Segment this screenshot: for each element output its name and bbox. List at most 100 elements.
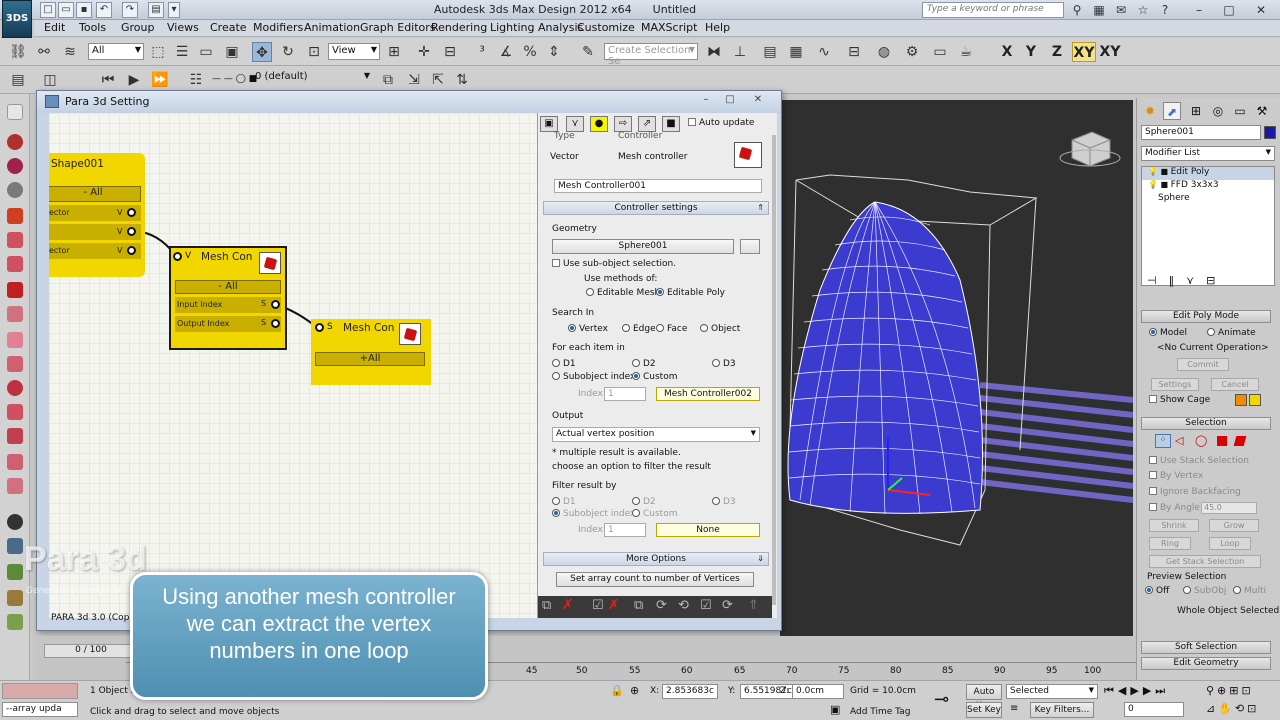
menu-animation[interactable]: Animation bbox=[304, 21, 360, 34]
check-icon[interactable]: ☑ bbox=[592, 598, 604, 613]
key-tangent-icon[interactable]: ≡ bbox=[1010, 703, 1018, 714]
select-and-scale-icon[interactable]: ⊡ bbox=[304, 42, 324, 62]
add-time-tag-button[interactable]: Add Time Tag bbox=[850, 707, 910, 717]
select-and-manipulate-icon[interactable]: ✛ bbox=[414, 42, 434, 62]
search-object-radio[interactable]: Object bbox=[700, 324, 740, 334]
close-icon[interactable]: ✕ bbox=[1252, 2, 1270, 18]
menu-rendering[interactable]: Rendering bbox=[431, 21, 487, 34]
lock-selection-icon[interactable]: 🔒 bbox=[610, 684, 624, 697]
modifier-list-select[interactable]: Modifier List ▼ bbox=[1141, 146, 1275, 161]
shape-node-all-toggle[interactable]: - All bbox=[49, 186, 141, 202]
scene-explorer-icon[interactable]: ◫ bbox=[40, 70, 60, 90]
axis-y-button[interactable]: Y bbox=[1020, 42, 1042, 62]
check-all-icon[interactable]: ☑ bbox=[700, 598, 712, 613]
highlight-icon[interactable]: ● bbox=[590, 116, 608, 132]
perspective-viewport[interactable] bbox=[780, 100, 1133, 640]
minimize-icon[interactable]: – bbox=[1190, 2, 1208, 18]
time-slider[interactable]: 0 / 100 bbox=[44, 644, 138, 658]
filter-target-field[interactable]: None bbox=[656, 523, 760, 537]
mesh2-input-port[interactable] bbox=[315, 323, 324, 332]
add-to-layer-icon[interactable]: ⇲ bbox=[404, 70, 424, 90]
editable-mesh-radio[interactable]: Editable Mesh bbox=[586, 288, 660, 298]
edit-poly-mode-rollout[interactable]: Edit Poly Mode bbox=[1141, 310, 1271, 323]
save-file-icon[interactable]: ▪ bbox=[76, 2, 92, 18]
slice-tool-icon[interactable] bbox=[7, 454, 23, 470]
utilities-tab-icon[interactable]: ⚒ bbox=[1253, 102, 1271, 120]
display-tab-icon[interactable]: ▭ bbox=[1231, 102, 1249, 120]
key-mode-select[interactable]: Selected ▼ bbox=[1006, 684, 1098, 699]
select-layer-objects-icon[interactable]: ⇱ bbox=[428, 70, 448, 90]
get-stack-selection-button[interactable]: Get Stack Selection bbox=[1149, 555, 1261, 568]
dialog-minimize-icon[interactable]: – bbox=[697, 93, 715, 107]
select-object-icon[interactable]: ⬚ bbox=[148, 42, 168, 62]
layer-properties-icon[interactable]: ☷ bbox=[186, 70, 206, 90]
auto-update-checkbox[interactable]: Auto update bbox=[688, 118, 754, 128]
controller-name-input[interactable]: Mesh Controller001 bbox=[554, 179, 762, 193]
mesh1-all-toggle[interactable]: - All bbox=[175, 280, 281, 294]
subscription-icon[interactable]: ▦ bbox=[1090, 2, 1108, 18]
controller-settings-section[interactable]: Controller settings ⇑ bbox=[543, 201, 769, 215]
paint-tool-icon[interactable] bbox=[7, 614, 23, 630]
rectangular-selection-icon[interactable]: ▭ bbox=[196, 42, 216, 62]
reference-coordinate-select[interactable]: View ▼ bbox=[328, 43, 380, 60]
transform-tool-icon[interactable] bbox=[7, 538, 23, 554]
mesh2-all-toggle[interactable]: +All bbox=[315, 352, 425, 366]
cut-tool-icon[interactable] bbox=[7, 428, 23, 444]
stack-item-edit-poly[interactable]: 💡 ■ Edit Poly bbox=[1142, 167, 1274, 180]
ring-button[interactable]: Ring bbox=[1149, 537, 1191, 550]
bridge-tool-icon[interactable] bbox=[7, 332, 23, 348]
selection-rollout[interactable]: Selection bbox=[1141, 417, 1271, 430]
shape-node[interactable]: Shape001 - All ector V V ector V bbox=[49, 153, 145, 277]
filter-index-spinner[interactable]: 1 bbox=[604, 523, 646, 537]
menu-tools[interactable]: Tools bbox=[79, 21, 106, 34]
playback-controls-icon[interactable]: ⏮◀▶▶⏭ bbox=[1104, 684, 1169, 698]
help-icon[interactable]: ? bbox=[1156, 2, 1174, 18]
search-vertex-radio[interactable]: Vertex bbox=[568, 324, 608, 334]
unlink-icon[interactable]: ⚯ bbox=[34, 42, 54, 62]
motion-tab-icon[interactable]: ◎ bbox=[1209, 102, 1227, 120]
pivot-center-icon[interactable]: ⊞ bbox=[384, 42, 404, 62]
by-angle-checkbox[interactable]: By Angle: bbox=[1149, 503, 1203, 513]
target-weld-icon[interactable] bbox=[7, 404, 23, 420]
menu-lighting-analysis[interactable]: Lighting Analysis bbox=[490, 21, 583, 34]
settings-tool-icon[interactable] bbox=[7, 182, 23, 198]
viewport-nav-icons-row2[interactable]: ⊿✋⟲⊡ bbox=[1206, 702, 1259, 715]
hierarchy-tab-icon[interactable]: ⊞ bbox=[1187, 102, 1205, 120]
forward-icon[interactable]: ⏩ bbox=[150, 70, 170, 90]
menu-edit[interactable]: Edit bbox=[44, 21, 65, 34]
project-folder-icon[interactable]: ▤ bbox=[148, 2, 164, 18]
dialog-maximize-icon[interactable]: □ bbox=[721, 93, 739, 107]
custom-target-field[interactable]: Mesh Controller002 bbox=[656, 387, 760, 401]
communication-center-icon[interactable]: ✉ bbox=[1112, 2, 1130, 18]
uv-tool-icon[interactable] bbox=[7, 564, 23, 580]
menu-customize[interactable]: Customize bbox=[577, 21, 635, 34]
chamfer-tool-icon[interactable] bbox=[7, 356, 23, 372]
tree-icon[interactable]: ⋎ bbox=[566, 116, 584, 132]
for-each-d3-radio[interactable]: D3 bbox=[712, 359, 736, 369]
mesh-controller-node[interactable]: V Mesh Con - All Input Index S Output In… bbox=[169, 246, 287, 350]
index-spinner[interactable]: 1 bbox=[604, 387, 646, 401]
output-select[interactable]: Actual vertex position ▼ bbox=[552, 427, 760, 442]
custom-radio[interactable]: Custom bbox=[632, 372, 677, 382]
edit-named-selection-icon[interactable]: ✎ bbox=[578, 42, 598, 62]
camera-tool-icon[interactable] bbox=[7, 514, 23, 530]
show-cage-checkbox[interactable]: Show Cage bbox=[1149, 395, 1210, 405]
layer-manager-icon[interactable]: ▤ bbox=[760, 42, 780, 62]
x-coordinate-field[interactable]: 2.853683c bbox=[662, 684, 718, 699]
stack-item-sphere[interactable]: Sphere bbox=[1142, 193, 1274, 206]
sync-icon[interactable]: ⟲ bbox=[678, 598, 689, 613]
menu-views[interactable]: Views bbox=[167, 21, 199, 34]
edit-geometry-rollout[interactable]: Edit Geometry bbox=[1141, 657, 1271, 670]
axis-z-button[interactable]: Z bbox=[1046, 42, 1068, 62]
curve-editor-icon[interactable]: ∿ bbox=[814, 42, 834, 62]
filter-d3-radio[interactable]: D3 bbox=[712, 497, 736, 507]
texture-tool-icon[interactable] bbox=[7, 590, 23, 606]
layer-visibility-icons[interactable]: — — ◯ ■ bbox=[212, 74, 257, 84]
commit-button[interactable]: Commit bbox=[1177, 358, 1229, 371]
connect-tool-icon[interactable] bbox=[7, 478, 23, 494]
subobject-index-radio[interactable]: Subobject index bbox=[552, 372, 635, 382]
percent-snap-icon[interactable]: % bbox=[520, 42, 540, 62]
time-tag-icon[interactable]: ▣ bbox=[830, 703, 840, 716]
dialog-close-icon[interactable]: ✕ bbox=[749, 93, 767, 107]
axis-x-button[interactable]: X bbox=[996, 42, 1018, 62]
